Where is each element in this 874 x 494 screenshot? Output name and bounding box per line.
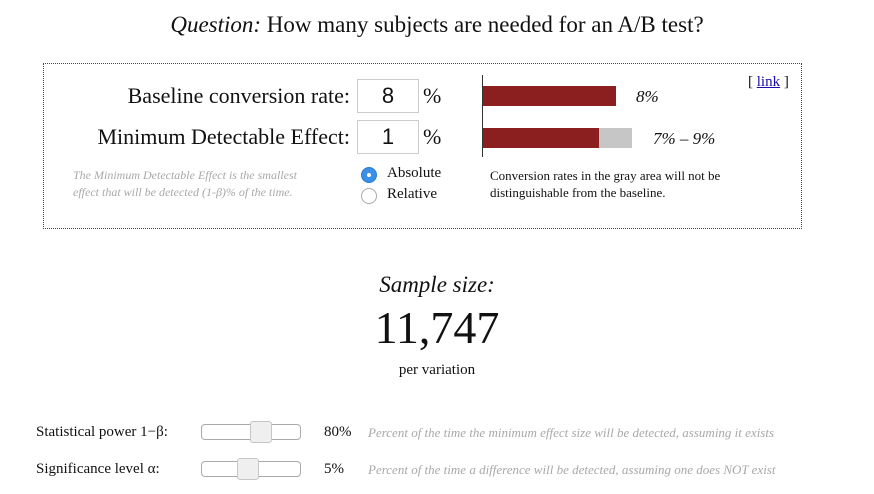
mde-note-line2: effect that will be detected (1-β)% of t… [73,185,293,199]
range-fill-bar [483,128,600,148]
power-description: Percent of the time the minimum effect s… [368,425,775,440]
link-area: [ link ] [748,74,789,91]
baseline-label: Baseline conversion rate: [127,83,350,108]
share-link[interactable]: link [757,74,780,90]
mde-note: The Minimum Detectable Effect is the sma… [73,167,353,201]
significance-description: Percent of the time a difference will be… [368,462,776,477]
sample-size-unit: per variation [398,362,476,378]
question-text: How many subjects are needed for an A/B … [266,12,704,37]
power-label: Statistical power 1−β: [36,424,168,440]
significance-slider-thumb[interactable] [236,458,259,480]
mde-label: Minimum Detectable Effect: [97,124,350,149]
range-bar-label: 7% – 9% [653,129,716,148]
significance-slider[interactable] [201,458,301,480]
absolute-radio[interactable] [361,167,377,183]
sample-size-value: 11,747 [374,302,500,353]
mde-unit: % [423,124,442,149]
link-bracket-close: ] [783,74,789,90]
power-slider-thumb[interactable] [249,421,272,443]
relative-label: Relative [387,186,437,202]
power-value: 80% [324,424,352,440]
page-title: Question: How many subjects are needed f… [0,12,874,38]
significance-label: Significance level α: [36,461,160,477]
power-slider[interactable] [201,421,301,443]
mde-input[interactable]: 1 [357,120,419,154]
mde-note-line1: The Minimum Detectable Effect is the sma… [73,168,297,182]
baseline-unit: % [423,83,442,108]
baseline-input[interactable]: 8 [357,79,419,113]
link-bracket-open: [ [748,74,753,90]
conversion-note: Conversion rates in the gray area will n… [490,168,721,200]
question-label: Question: [170,12,262,37]
baseline-bar-label: 8% [636,87,659,106]
relative-radio[interactable] [361,188,377,204]
baseline-bar [483,86,616,106]
sample-size-label: Sample size: [379,272,495,297]
absolute-label: Absolute [387,165,442,181]
significance-value: 5% [324,461,344,477]
